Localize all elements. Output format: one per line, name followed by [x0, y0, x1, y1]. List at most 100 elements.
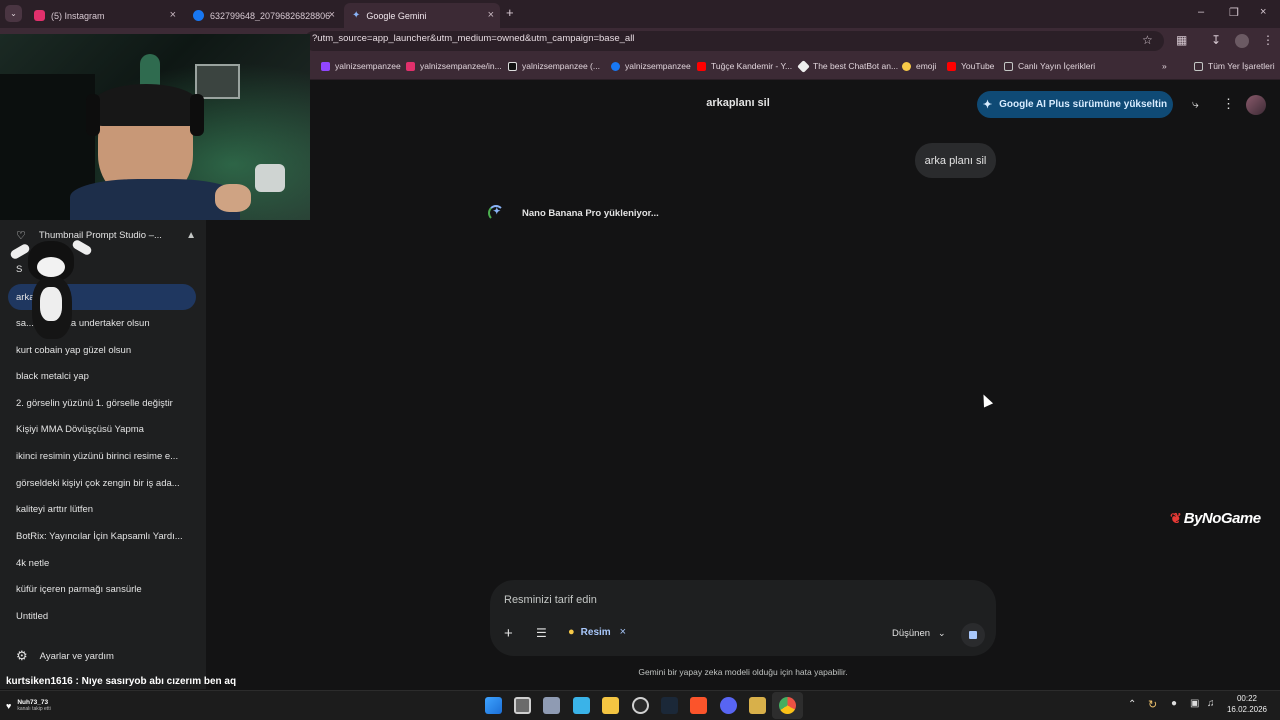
- youtube-icon: [697, 61, 706, 71]
- bookmark-star-icon[interactable]: ☆: [1142, 33, 1153, 47]
- tab-facebook[interactable]: 632799648_2079682682880647 ×: [185, 3, 341, 28]
- bookmark-item[interactable]: yalnizsempanzee: [611, 61, 691, 71]
- bookmark-item[interactable]: The best ChatBot an...: [797, 59, 899, 73]
- follower-sub: kanalı takip etti: [17, 706, 51, 712]
- browser-tab-strip: ⌄ (5) Instagram × 632799648_207968268288…: [0, 0, 1280, 28]
- file-explorer-icon[interactable]: [602, 697, 619, 714]
- bookmark-item[interactable]: emoji: [902, 61, 936, 71]
- recent-chat[interactable]: Untitled: [16, 611, 191, 622]
- remove-chip-icon[interactable]: ×: [620, 626, 626, 638]
- tab-search-button[interactable]: ⌄: [5, 5, 22, 22]
- photos-icon[interactable]: [573, 697, 590, 714]
- brave-icon[interactable]: [690, 697, 707, 714]
- bookmark-folder[interactable]: Canlı Yayın İçerikleri: [1004, 61, 1095, 71]
- cat-overlay: [9, 231, 93, 343]
- tab-label: (5) Instagram: [51, 10, 105, 21]
- disclaimer-text: Gemini bir yapay zeka modeli olduğu için…: [638, 667, 848, 677]
- minimize-icon[interactable]: –: [1198, 6, 1204, 18]
- folder-icon: [1004, 61, 1013, 71]
- media-app-icon[interactable]: [749, 697, 766, 714]
- sparkle-icon: ✦: [982, 99, 993, 111]
- new-tab-button[interactable]: +: [506, 5, 514, 20]
- clock-date: 16.02.2026: [1226, 705, 1268, 714]
- recent-chat[interactable]: 2. görselin yüzünü 1. görselle değiştir: [16, 398, 191, 409]
- chevron-down-icon: ⌄: [938, 628, 946, 638]
- windows-start-icon[interactable]: [485, 697, 502, 714]
- bynogame-logo-icon: ❦: [1170, 510, 1182, 526]
- bookmark-label: The best ChatBot an...: [813, 61, 899, 71]
- recent-chat[interactable]: küfür içeren parmağı sansürle: [16, 584, 191, 595]
- recent-chat[interactable]: ikinci resimin yüzünü birinci resime e..…: [16, 451, 191, 462]
- stop-button[interactable]: [961, 623, 985, 647]
- tab-gemini[interactable]: ✦ Google Gemini ×: [344, 3, 500, 28]
- upgrade-button[interactable]: ✦ Google AI Plus sürümüne yükseltin: [977, 91, 1173, 118]
- bookmark-label: yalnizsempanzee: [625, 61, 691, 71]
- discord-icon[interactable]: [720, 697, 737, 714]
- bookmark-item[interactable]: yalnizsempanzee/in...: [406, 61, 502, 71]
- recent-chat[interactable]: görseldeki kişiyi çok zengin bir iş ada.…: [16, 478, 191, 489]
- pin-icon[interactable]: ▲: [186, 230, 196, 241]
- bookmark-item[interactable]: yalnizsempanzee (...: [508, 61, 600, 71]
- task-view-icon[interactable]: [514, 697, 531, 714]
- settings-help-item[interactable]: ⚙ Ayarlar ve yardım: [16, 648, 114, 664]
- close-tab-icon[interactable]: ×: [488, 9, 494, 21]
- bookmark-item[interactable]: Tuğçe Kandemir - Y...: [697, 61, 792, 71]
- bookmark-item[interactable]: yalnizsempanzee: [321, 61, 401, 71]
- clock[interactable]: 00:22 16.02.2026: [1222, 694, 1272, 714]
- conversation-title[interactable]: arkaplanı sil: [660, 97, 816, 109]
- bookmark-label: emoji: [916, 61, 937, 71]
- bookmark-label: yalnizsempanzee/in...: [420, 61, 502, 71]
- restore-icon[interactable]: ❐: [1229, 6, 1239, 19]
- close-window-icon[interactable]: ×: [1260, 6, 1266, 18]
- tray-sync-icon[interactable]: ↻: [1148, 698, 1157, 711]
- twitch-icon: [321, 61, 330, 71]
- upgrade-label: Google AI Plus sürümüne yükseltin: [999, 99, 1168, 110]
- recent-chat[interactable]: kurt cobain yap güzel olsun: [16, 345, 191, 356]
- tray-chevron-icon[interactable]: ⌃: [1128, 699, 1136, 710]
- webcam-overlay: [0, 34, 310, 220]
- microphone-icon[interactable]: ●: [1171, 698, 1177, 709]
- account-avatar[interactable]: [1246, 95, 1266, 115]
- profile-avatar[interactable]: [1235, 34, 1249, 48]
- facebook-icon: [193, 10, 204, 21]
- volume-icon[interactable]: ♫: [1207, 698, 1215, 709]
- all-bookmarks-folder[interactable]: Tüm Yer İşaretleri: [1194, 61, 1275, 71]
- close-tab-icon[interactable]: ×: [170, 9, 176, 21]
- obs-icon[interactable]: [632, 697, 649, 714]
- menu-kebab-icon[interactable]: ⋮: [1262, 33, 1274, 47]
- folder-icon: [1194, 61, 1203, 71]
- add-icon[interactable]: +: [504, 625, 513, 642]
- tools-icon[interactable]: ☰: [536, 626, 547, 640]
- network-icon[interactable]: ▣: [1190, 698, 1199, 709]
- prompt-input[interactable]: [504, 592, 974, 608]
- recent-chat[interactable]: 4k netle: [16, 558, 191, 569]
- chatbot-icon: [797, 59, 810, 73]
- close-tab-icon[interactable]: ×: [329, 9, 335, 21]
- recent-chat[interactable]: BotRix: Yayıncılar İçin Kapsamlı Yardı..…: [16, 531, 191, 542]
- recent-chat[interactable]: black metalci yap: [16, 371, 191, 382]
- stop-icon: [969, 631, 977, 639]
- more-options-icon[interactable]: ⋮: [1222, 96, 1235, 112]
- more-bookmarks-icon[interactable]: »: [1162, 61, 1167, 71]
- share-icon[interactable]: ⤷: [1192, 97, 1199, 112]
- bookmark-label: yalnizsempanzee (...: [522, 61, 600, 71]
- tab-instagram[interactable]: (5) Instagram ×: [26, 3, 182, 28]
- user-message-bubble: arka planı sil: [915, 143, 996, 178]
- url-text[interactable]: ?utm_source=app_launcher&utm_medium=owne…: [312, 33, 634, 44]
- steam-icon[interactable]: [661, 697, 678, 714]
- download-icon[interactable]: ↧: [1211, 33, 1221, 47]
- gemini-icon: ✦: [352, 10, 361, 21]
- bynogame-watermark: ❦ ByNoGame: [1170, 510, 1261, 527]
- stream-chat-overlay: kurtsiken1616 : Nıye sasıryob abı cızerı…: [0, 673, 380, 691]
- recent-chat[interactable]: Kişiyi MMA Dövüşçüsü Yapma: [16, 424, 191, 435]
- banana-icon: ●: [568, 626, 575, 638]
- recent-chat[interactable]: kaliteyi arttır lütfen: [16, 504, 191, 515]
- bookmark-label: Tuğçe Kandemir - Y...: [711, 61, 793, 71]
- extensions-icon[interactable]: ▦: [1176, 33, 1187, 47]
- settings-label: Ayarlar ve yardım: [39, 650, 114, 662]
- app-icon[interactable]: [543, 697, 560, 714]
- image-tool-chip[interactable]: ● Resim ×: [568, 626, 626, 638]
- windows-taskbar: ♥ Nuh73_73 kanalı takip etti ⌃ ↻ ● ▣ ♫ 0…: [0, 690, 1280, 720]
- mode-selector[interactable]: Düşünen ⌄: [892, 628, 946, 639]
- bookmark-item[interactable]: YouTube: [947, 61, 994, 71]
